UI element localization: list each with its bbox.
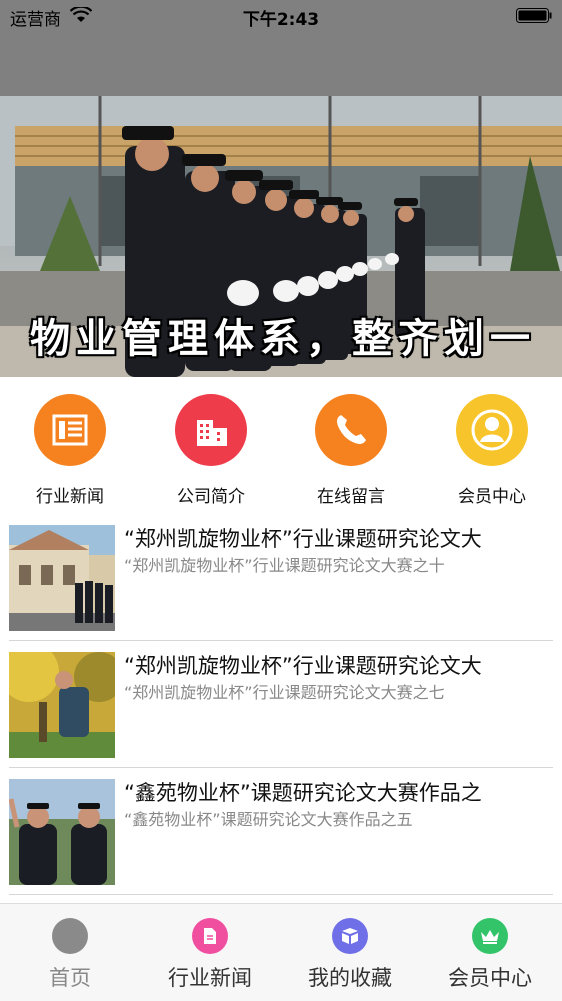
news-title: “郑州凯旋物业杯”行业课题研究论文大 bbox=[124, 654, 482, 678]
phone-icon bbox=[315, 394, 387, 466]
quick-nav-company-profile[interactable]: 公司简介 bbox=[151, 394, 271, 507]
news-title: “郑州凯旋物业杯”行业课题研究论文大 bbox=[124, 527, 482, 551]
box-icon bbox=[332, 918, 368, 954]
status-bar: 运营商 下午2:43 bbox=[0, 0, 562, 32]
tab-member-center[interactable]: 会员中心 bbox=[420, 918, 560, 992]
quick-nav-label: 会员中心 bbox=[458, 487, 526, 507]
user-icon bbox=[456, 394, 528, 466]
header-bar bbox=[0, 32, 562, 96]
building-icon bbox=[175, 394, 247, 466]
tab-label: 首页 bbox=[49, 966, 91, 990]
tab-label: 我的收藏 bbox=[308, 966, 392, 990]
news-thumbnail bbox=[9, 779, 115, 885]
news-summary: “郑州凯旋物业杯”行业课题研究论文大赛之十 bbox=[124, 556, 445, 575]
crown-icon bbox=[472, 918, 508, 954]
document-icon bbox=[192, 918, 228, 954]
news-thumbnail bbox=[9, 525, 115, 631]
quick-nav-label: 在线留言 bbox=[317, 487, 385, 507]
banner-carousel[interactable]: 物业管理体系，整齐划一 bbox=[0, 96, 562, 377]
news-thumbnail bbox=[9, 652, 115, 758]
news-item[interactable]: “郑州凯旋物业杯”行业课题研究论文大 “郑州凯旋物业杯”行业课题研究论文大赛之十 bbox=[9, 514, 553, 641]
tab-industry-news[interactable]: 行业新闻 bbox=[140, 918, 280, 992]
news-item[interactable]: “郑州凯旋物业杯”行业课题研究论文大 “郑州凯旋物业杯”行业课题研究论文大赛之七 bbox=[9, 641, 553, 768]
home-icon bbox=[52, 918, 88, 954]
news-item[interactable]: “鑫苑物业杯”课题研究论文大赛作品之 “鑫苑物业杯”课题研究论文大赛作品之五 bbox=[9, 768, 553, 895]
tab-home[interactable]: 首页 bbox=[0, 918, 140, 992]
tab-bar: 首页 行业新闻 我的收藏 会员中心 bbox=[0, 903, 562, 1001]
news-icon bbox=[34, 394, 106, 466]
banner-caption: 物业管理体系，整齐划一 bbox=[30, 315, 536, 362]
quick-nav-member-center[interactable]: 会员中心 bbox=[432, 394, 552, 507]
quick-nav-online-message[interactable]: 在线留言 bbox=[291, 394, 411, 507]
tab-label: 行业新闻 bbox=[168, 966, 252, 990]
news-summary: “鑫苑物业杯”课题研究论文大赛作品之五 bbox=[124, 810, 413, 829]
tab-my-favorites[interactable]: 我的收藏 bbox=[280, 918, 420, 992]
quick-nav-label: 公司简介 bbox=[177, 487, 245, 507]
news-list: “郑州凯旋物业杯”行业课题研究论文大 “郑州凯旋物业杯”行业课题研究论文大赛之十… bbox=[0, 514, 562, 895]
battery-icon bbox=[516, 8, 552, 23]
clock: 下午2:43 bbox=[242, 10, 320, 30]
news-summary: “郑州凯旋物业杯”行业课题研究论文大赛之七 bbox=[124, 683, 445, 702]
quick-nav: 行业新闻 公司简介 在线留言 会员中心 bbox=[0, 378, 562, 514]
quick-nav-industry-news[interactable]: 行业新闻 bbox=[10, 394, 130, 507]
tab-label: 会员中心 bbox=[448, 966, 532, 990]
news-title: “鑫苑物业杯”课题研究论文大赛作品之 bbox=[124, 781, 482, 805]
quick-nav-label: 行业新闻 bbox=[36, 487, 104, 507]
